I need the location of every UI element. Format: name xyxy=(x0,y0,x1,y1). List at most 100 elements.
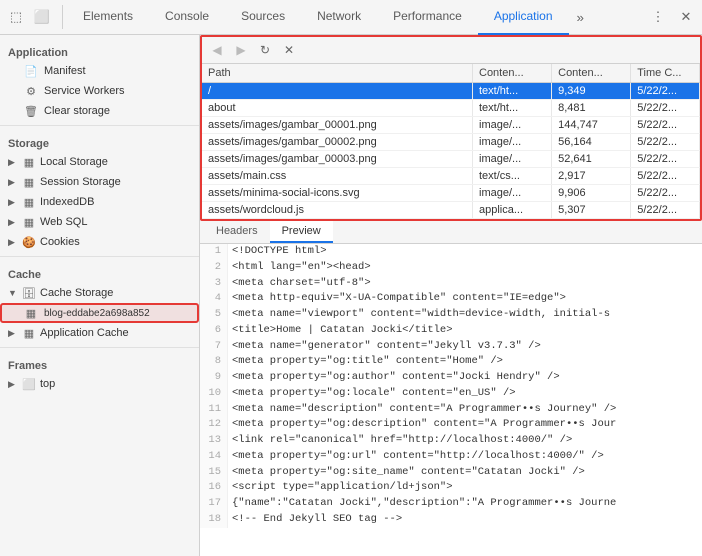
line-content: <meta property="og:description" content=… xyxy=(228,417,702,433)
code-line: 11 <meta name="description" content="A P… xyxy=(200,402,702,418)
nav-back-button[interactable]: ◀ xyxy=(206,39,228,61)
cell-content-type: text/ht... xyxy=(473,100,552,117)
col-header-content-type: Conten... xyxy=(473,64,552,83)
close-devtools-button[interactable]: ✕ xyxy=(674,5,698,29)
expand-icon: ▶ xyxy=(8,237,18,248)
line-content: <meta property="og:title" content="Home"… xyxy=(228,354,702,370)
cache-data-table: Path Conten... Conten... Time C... / tex… xyxy=(202,64,700,219)
line-content: <link rel="canonical" href="http://local… xyxy=(228,433,702,449)
sidebar-item-label: Cookies xyxy=(40,236,80,248)
code-line: 7 <meta name="generator" content="Jekyll… xyxy=(200,339,702,355)
cell-time: 5/22/2... xyxy=(631,100,700,117)
sidebar-item-application-cache[interactable]: ▶ ▦ Application Cache xyxy=(0,323,199,343)
line-number: 5 xyxy=(200,307,228,323)
cell-content-type: text/ht... xyxy=(473,83,552,100)
tab-preview[interactable]: Preview xyxy=(270,221,333,243)
session-storage-icon: ▦ xyxy=(22,175,36,189)
cell-content-enc: 56,164 xyxy=(552,134,631,151)
sidebar-frames-label: Frames xyxy=(0,352,199,374)
line-number: 9 xyxy=(200,370,228,386)
sidebar-item-label: Manifest xyxy=(44,65,86,77)
expand-icon: ▶ xyxy=(8,379,18,390)
cell-path: assets/images/gambar_00003.png xyxy=(202,151,473,168)
table-row[interactable]: about text/ht... 8,481 5/22/2... xyxy=(202,100,700,117)
code-line: 8 <meta property="og:title" content="Hom… xyxy=(200,354,702,370)
tab-network[interactable]: Network xyxy=(301,0,377,35)
tab-performance[interactable]: Performance xyxy=(377,0,478,35)
table-row[interactable]: assets/images/gambar_00001.png image/...… xyxy=(202,117,700,134)
frame-icon: ⬜ xyxy=(22,377,36,391)
sidebar-item-web-sql[interactable]: ▶ ▦ Web SQL xyxy=(0,212,199,232)
line-number: 3 xyxy=(200,276,228,292)
line-content: <meta property="og:locale" content="en_U… xyxy=(228,386,702,402)
tab-application[interactable]: Application xyxy=(478,0,569,35)
sidebar-divider-3 xyxy=(0,347,199,348)
nav-clear-button[interactable]: ✕ xyxy=(278,39,300,61)
toolbar-icons: ⬚ ⬜ xyxy=(4,5,63,29)
cell-content-type: image/... xyxy=(473,185,552,202)
cell-content-enc: 144,747 xyxy=(552,117,631,134)
table-row[interactable]: / text/ht... 9,349 5/22/2... xyxy=(202,83,700,100)
sidebar-cache-label: Cache xyxy=(0,261,199,283)
sidebar-item-manifest[interactable]: 📄 Manifest xyxy=(0,61,199,81)
table-scroll-container[interactable]: Path Conten... Conten... Time C... / tex… xyxy=(202,64,700,219)
table-row[interactable]: assets/main.css text/cs... 2,917 5/22/2.… xyxy=(202,168,700,185)
table-row[interactable]: assets/minima-social-icons.svg image/...… xyxy=(202,185,700,202)
line-number: 10 xyxy=(200,386,228,402)
cell-time: 5/22/2... xyxy=(631,202,700,219)
expand-icon: ▶ xyxy=(8,157,18,168)
toolbar-right: ⋮ ✕ xyxy=(646,5,698,29)
local-storage-icon: ▦ xyxy=(22,155,36,169)
nav-forward-button[interactable]: ▶ xyxy=(230,39,252,61)
table-row[interactable]: assets/images/gambar_00003.png image/...… xyxy=(202,151,700,168)
line-number: 12 xyxy=(200,417,228,433)
expand-icon: ▶ xyxy=(8,328,18,339)
tab-elements[interactable]: Elements xyxy=(67,0,149,35)
sidebar-app-label: Application xyxy=(0,39,199,61)
tab-overflow-button[interactable]: » xyxy=(569,0,592,35)
more-options-button[interactable]: ⋮ xyxy=(646,5,670,29)
cell-time: 5/22/2... xyxy=(631,185,700,202)
sidebar-item-session-storage[interactable]: ▶ ▦ Session Storage xyxy=(0,172,199,192)
tab-console[interactable]: Console xyxy=(149,0,225,35)
table-row[interactable]: assets/images/gambar_00002.png image/...… xyxy=(202,134,700,151)
cell-time: 5/22/2... xyxy=(631,151,700,168)
sidebar-item-indexeddb[interactable]: ▶ ▦ IndexedDB xyxy=(0,192,199,212)
cell-content-enc: 52,641 xyxy=(552,151,631,168)
preview-tab-bar: Headers Preview xyxy=(200,221,702,244)
table-row[interactable]: assets/wordcloud.js applica... 5,307 5/2… xyxy=(202,202,700,219)
line-number: 8 xyxy=(200,354,228,370)
sidebar-item-cache-storage[interactable]: ▼ 🗄 Cache Storage xyxy=(0,283,199,303)
expand-icon: ▶ xyxy=(8,217,18,228)
nav-refresh-button[interactable]: ↻ xyxy=(254,39,276,61)
tab-bar: Elements Console Sources Network Perform… xyxy=(67,0,592,35)
sidebar-item-service-workers[interactable]: ⚙ Service Workers xyxy=(0,81,199,101)
cell-content-type: applica... xyxy=(473,202,552,219)
line-number: 18 xyxy=(200,512,228,528)
sidebar-item-blog-cache[interactable]: ▦ blog-eddabe2a698a852 xyxy=(0,303,199,323)
preview-section: Headers Preview 1 <!DOCTYPE html> 2 <htm… xyxy=(200,221,702,556)
sidebar-item-clear-storage[interactable]: 🗑 Clear storage xyxy=(0,101,199,121)
inspect-element-button[interactable]: ⬚ xyxy=(4,5,28,29)
line-number: 16 xyxy=(200,480,228,496)
cell-time: 5/22/2... xyxy=(631,134,700,151)
code-line: 16 <script type="application/ld+json"> xyxy=(200,480,702,496)
sidebar-item-frame-top[interactable]: ▶ ⬜ top xyxy=(0,374,199,394)
device-toggle-button[interactable]: ⬜ xyxy=(30,5,54,29)
code-line: 15 <meta property="og:site_name" content… xyxy=(200,465,702,481)
line-content: <title>Home | Catatan Jocki</title> xyxy=(228,323,702,339)
cell-path: about xyxy=(202,100,473,117)
tab-sources[interactable]: Sources xyxy=(225,0,301,35)
code-line: 18 <!-- End Jekyll SEO tag --> xyxy=(200,512,702,528)
tab-headers[interactable]: Headers xyxy=(204,221,270,243)
line-number: 1 xyxy=(200,244,228,260)
code-line: 2 <html lang="en"><head> xyxy=(200,260,702,276)
line-content: <html lang="en"><head> xyxy=(228,260,702,276)
expand-icon: ▶ xyxy=(8,177,18,188)
code-view[interactable]: 1 <!DOCTYPE html> 2 <html lang="en"><hea… xyxy=(200,244,702,556)
cell-path: / xyxy=(202,83,473,100)
sidebar-item-cookies[interactable]: ▶ 🍪 Cookies xyxy=(0,232,199,252)
cell-path: assets/wordcloud.js xyxy=(202,202,473,219)
sidebar-item-local-storage[interactable]: ▶ ▦ Local Storage xyxy=(0,152,199,172)
cell-path: assets/images/gambar_00001.png xyxy=(202,117,473,134)
